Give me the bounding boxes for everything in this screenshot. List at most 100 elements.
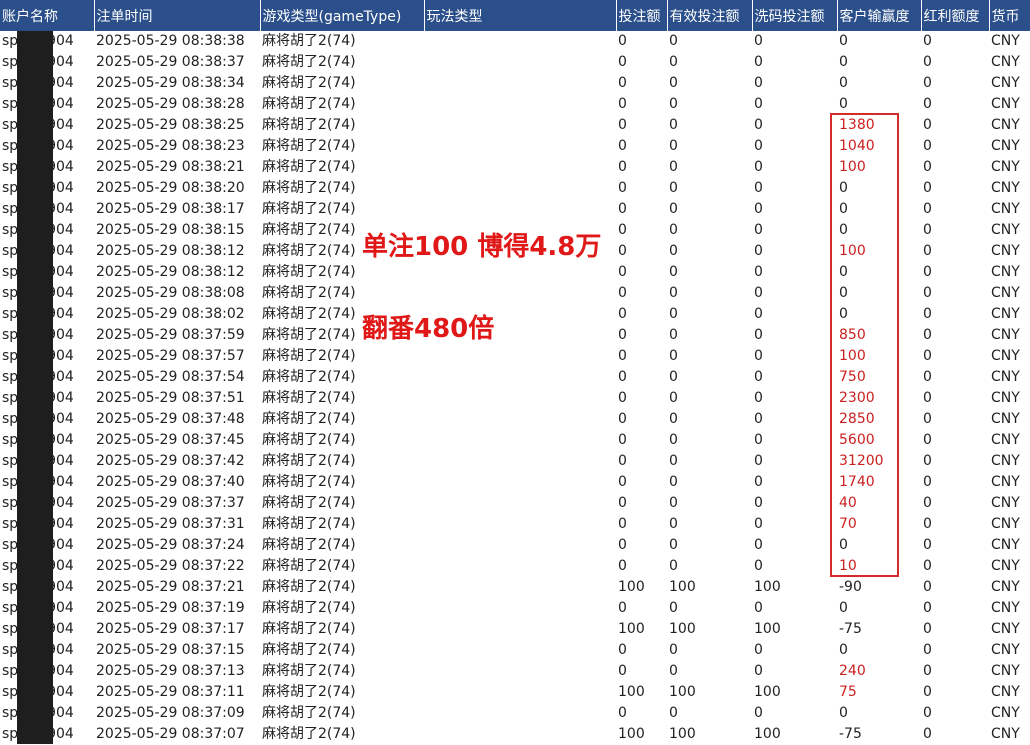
table-row[interactable]: sp 8904 2025-05-29 08:38:28 麻将胡了2(74) 0 0 0 0 0 C… — [0, 94, 1030, 115]
table-row[interactable]: sp 8904 2025-05-29 08:37:19 麻将胡了2(74) 0 0 0 0 0 C… — [0, 598, 1030, 619]
cell-valid-bet: 0 — [669, 369, 678, 385]
header-win-loss[interactable]: 客户输赢度 — [837, 0, 922, 31]
header-wash-bet[interactable]: 洗码投注额 — [752, 0, 838, 31]
cell-valid-bet: 0 — [669, 348, 678, 364]
table-row[interactable]: sp 8904 2025-05-29 08:38:12 麻将胡了2(74) 0 0 0 0 0 C… — [0, 262, 1030, 283]
table-row[interactable]: sp 8904 2025-05-29 08:37:37 麻将胡了2(74) 0 0 0 40 0… — [0, 493, 1030, 514]
cell-currency: CNY — [991, 201, 1020, 217]
table-row[interactable]: sp 8904 2025-05-29 08:37:31 麻将胡了2(74) 0 0 0 70 0… — [0, 514, 1030, 535]
cell-bonus: 0 — [923, 348, 932, 364]
table-row[interactable]: sp 8904 2025-05-29 08:37:40 麻将胡了2(74) 0 0 0 174… — [0, 472, 1030, 493]
table-row[interactable]: sp 8904 2025-05-29 08:37:42 麻将胡了2(74) 0 0 0 312… — [0, 451, 1030, 472]
table-row[interactable]: sp 8904 2025-05-29 08:37:17 麻将胡了2(74) 100 100… — [0, 619, 1030, 640]
table-row[interactable]: sp 8904 2025-05-29 08:37:13 麻将胡了2(74) 0 0 0 240… — [0, 661, 1030, 682]
cell-win-loss: 0 — [839, 600, 848, 616]
cell-bonus: 0 — [923, 96, 932, 112]
table-row[interactable]: sp 8904 2025-05-29 08:38:20 麻将胡了2(74) 0 0 0 0 0 C… — [0, 178, 1030, 199]
table-row[interactable]: sp 8904 2025-05-29 08:37:48 麻将胡了2(74) 0 0 0 285… — [0, 409, 1030, 430]
cell-game-type: 麻将胡了2(74) — [262, 201, 356, 217]
account-prefix: sp — [2, 726, 19, 742]
cell-bet-amount: 0 — [618, 558, 627, 574]
table-row[interactable]: sp 8904 2025-05-29 08:37:22 麻将胡了2(74) 0 0 0 10 0… — [0, 556, 1030, 577]
cell-valid-bet: 0 — [669, 306, 678, 322]
table-row[interactable]: sp 8904 2025-05-29 08:38:02 麻将胡了2(74) 0 0 0 0 0 C… — [0, 304, 1030, 325]
table-row[interactable]: sp 8904 2025-05-29 08:37:11 麻将胡了2(74) 100 100… — [0, 682, 1030, 703]
cell-bet-time: 2025-05-29 08:38:08 — [96, 285, 245, 301]
cell-valid-bet: 0 — [669, 285, 678, 301]
cell-currency: CNY — [991, 75, 1020, 91]
table-row[interactable]: sp 8904 2025-05-29 08:37:09 麻将胡了2(74) 0 0 0 0 0 C… — [0, 703, 1030, 724]
table-row[interactable]: sp 8904 2025-05-29 08:38:08 麻将胡了2(74) 0 0 0 0 0 C… — [0, 283, 1030, 304]
cell-bonus: 0 — [923, 306, 932, 322]
table-row[interactable]: sp 8904 2025-05-29 08:38:21 麻将胡了2(74) 0 0 0 100… — [0, 157, 1030, 178]
account-prefix: sp — [2, 432, 19, 448]
cell-play-type — [424, 703, 616, 724]
cell-win-loss: 40 — [839, 495, 857, 511]
cell-bonus: 0 — [923, 579, 932, 595]
cell-game-type: 麻将胡了2(74) — [262, 159, 356, 175]
cell-win-loss: 0 — [839, 96, 848, 112]
cell-bet-amount: 0 — [618, 516, 627, 532]
cell-valid-bet: 0 — [669, 138, 678, 154]
header-account[interactable]: 账户名称 — [0, 0, 95, 31]
header-game-type[interactable]: 游戏类型(gameType) — [260, 0, 425, 31]
table-row[interactable]: sp 8904 2025-05-29 08:37:07 麻将胡了2(74) 100 100… — [0, 724, 1030, 745]
cell-valid-bet: 0 — [669, 537, 678, 553]
table-row[interactable]: sp 8904 2025-05-29 08:37:51 麻将胡了2(74) 0 0 0 230… — [0, 388, 1030, 409]
table-row[interactable]: sp 8904 2025-05-29 08:37:24 麻将胡了2(74) 0 0 0 0 0 C… — [0, 535, 1030, 556]
cell-bet-amount: 0 — [618, 474, 627, 490]
cell-game-type: 麻将胡了2(74) — [262, 705, 356, 721]
cell-bet-amount: 0 — [618, 600, 627, 616]
table-row[interactable]: sp 8904 2025-05-29 08:38:17 麻将胡了2(74) 0 0 0 0 0 C… — [0, 199, 1030, 220]
cell-win-loss: 5600 — [839, 432, 875, 448]
header-play-type[interactable]: 玩法类型 — [424, 0, 617, 31]
cell-bet-amount: 0 — [618, 222, 627, 238]
cell-bonus: 0 — [923, 390, 932, 406]
cell-bonus: 0 — [923, 600, 932, 616]
cell-bet-time: 2025-05-29 08:37:51 — [96, 390, 245, 406]
cell-win-loss: 10 — [839, 558, 857, 574]
cell-game-type: 麻将胡了2(74) — [262, 33, 356, 49]
cell-currency: CNY — [991, 348, 1020, 364]
cell-bet-time: 2025-05-29 08:38:17 — [96, 201, 245, 217]
cell-wash-bet: 0 — [754, 600, 763, 616]
table-row[interactable]: sp 8904 2025-05-29 08:37:21 麻将胡了2(74) 100 100… — [0, 577, 1030, 598]
cell-bonus: 0 — [923, 474, 932, 490]
cell-play-type — [424, 598, 616, 619]
cell-play-type — [424, 514, 616, 535]
table-row[interactable]: sp 8904 2025-05-29 08:37:15 麻将胡了2(74) 0 0 0 0 0 C… — [0, 640, 1030, 661]
table-row[interactable]: sp 8904 2025-05-29 08:38:25 麻将胡了2(74) 0 0 0 138… — [0, 115, 1030, 136]
cell-wash-bet: 0 — [754, 33, 763, 49]
table-row[interactable]: sp 8904 2025-05-29 08:38:23 麻将胡了2(74) 0 0 0 104… — [0, 136, 1030, 157]
table-row[interactable]: sp 8904 2025-05-29 08:37:59 麻将胡了2(74) 0 0 0 850… — [0, 325, 1030, 346]
cell-bet-amount: 0 — [618, 138, 627, 154]
cell-bonus: 0 — [923, 180, 932, 196]
cell-play-type — [424, 451, 616, 472]
table-row[interactable]: sp 8904 2025-05-29 08:37:54 麻将胡了2(74) 0 0 0 750… — [0, 367, 1030, 388]
account-prefix: sp — [2, 159, 19, 175]
cell-play-type — [424, 157, 616, 178]
cell-valid-bet: 0 — [669, 264, 678, 280]
header-bet-time[interactable]: 注单时间 — [94, 0, 261, 31]
cell-game-type: 麻将胡了2(74) — [262, 180, 356, 196]
cell-game-type: 麻将胡了2(74) — [262, 432, 356, 448]
table-row[interactable]: sp 8904 2025-05-29 08:37:57 麻将胡了2(74) 0 0 0 100… — [0, 346, 1030, 367]
account-prefix: sp — [2, 96, 19, 112]
table-row[interactable]: sp 8904 2025-05-29 08:38:38 麻将胡了2(74) 0 0 0 0 0 C… — [0, 31, 1030, 52]
header-currency[interactable]: 货币 — [989, 0, 1030, 31]
cell-game-type: 麻将胡了2(74) — [262, 495, 356, 511]
cell-bet-amount: 0 — [618, 642, 627, 658]
cell-bet-amount: 100 — [618, 684, 645, 700]
header-valid-bet[interactable]: 有效投注额 — [667, 0, 753, 31]
cell-play-type — [424, 199, 616, 220]
table-row[interactable]: sp 8904 2025-05-29 08:38:34 麻将胡了2(74) 0 0 0 0 0 C… — [0, 73, 1030, 94]
cell-bet-time: 2025-05-29 08:37:57 — [96, 348, 245, 364]
cell-wash-bet: 0 — [754, 327, 763, 343]
cell-play-type — [424, 388, 616, 409]
table-row[interactable]: sp 8904 2025-05-29 08:37:45 麻将胡了2(74) 0 0 0 560… — [0, 430, 1030, 451]
header-bet-amount[interactable]: 投注额 — [616, 0, 668, 31]
header-bonus[interactable]: 红利额度 — [921, 0, 990, 31]
cell-bonus: 0 — [923, 75, 932, 91]
table-row[interactable]: sp 8904 2025-05-29 08:38:37 麻将胡了2(74) 0 0 0 0 0 C… — [0, 52, 1030, 73]
account-prefix: sp — [2, 621, 19, 637]
